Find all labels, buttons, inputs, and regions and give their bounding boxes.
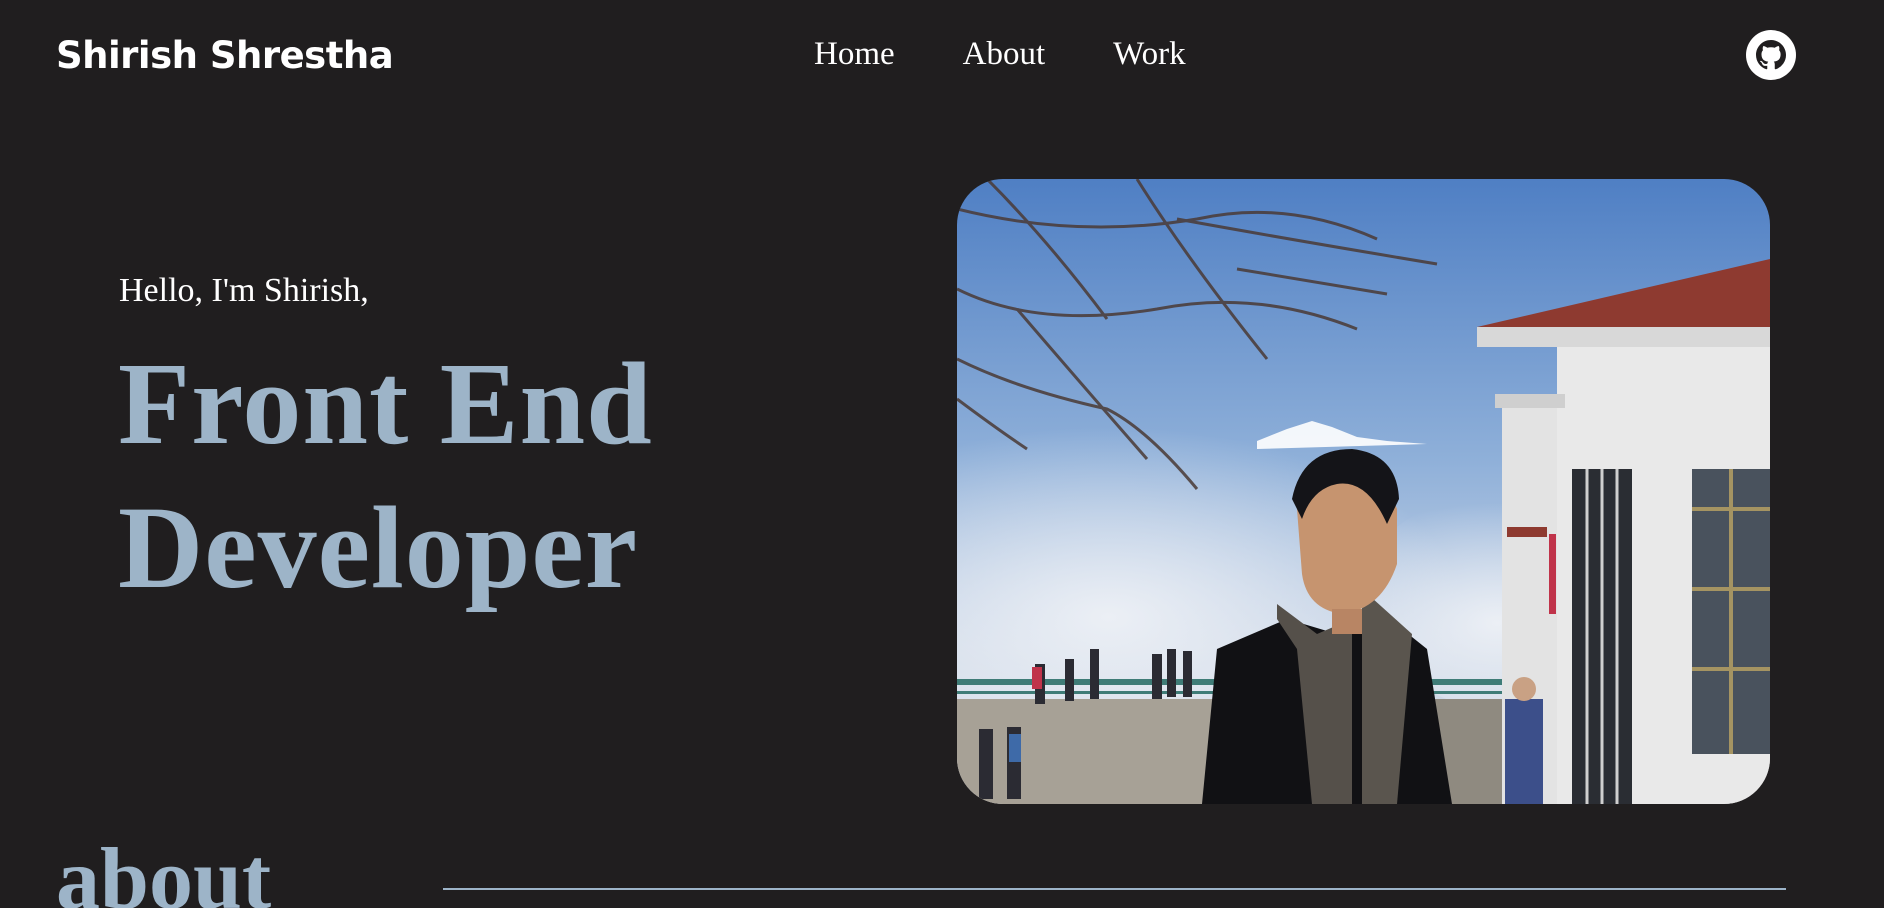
about-divider bbox=[443, 888, 1786, 890]
nav-work-link[interactable]: Work bbox=[1113, 36, 1186, 73]
hero-title-line2: Developer bbox=[118, 482, 639, 613]
hero-portrait-photo bbox=[957, 179, 1770, 804]
hero-title-line1: Front End bbox=[118, 338, 653, 469]
github-icon bbox=[1756, 40, 1786, 70]
main-nav: Home About Work bbox=[814, 36, 1186, 73]
hero-title: Front End Developer bbox=[118, 332, 653, 620]
nav-home-link[interactable]: Home bbox=[814, 36, 895, 73]
nav-about-link[interactable]: About bbox=[963, 36, 1046, 73]
github-link[interactable] bbox=[1746, 30, 1796, 80]
portrait-photo-image bbox=[957, 179, 1770, 804]
about-section-heading: about bbox=[56, 831, 272, 908]
site-brand[interactable]: Shirish Shrestha bbox=[56, 34, 394, 77]
hero-greeting: Hello, I'm Shirish, bbox=[119, 272, 369, 309]
